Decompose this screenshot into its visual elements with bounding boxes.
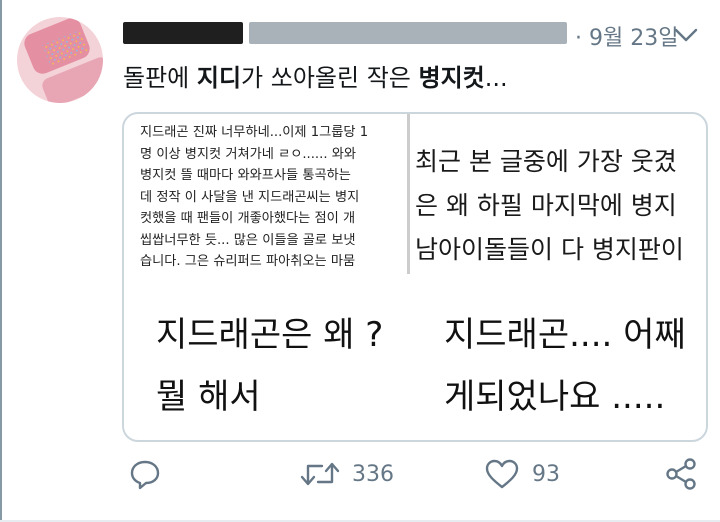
tweet-actions: 336 93 bbox=[0, 452, 720, 496]
panel-2-text: 최근 본 글중에 가장 웃겼 은 왜 하필 마지막에 병지 남아이돌들이 다 병… bbox=[415, 147, 684, 264]
like-button[interactable]: 93 bbox=[484, 452, 560, 496]
retweet-icon bbox=[300, 462, 340, 486]
panel-3-text: 지드래곤은 왜 ? 뭘 해서 bbox=[156, 315, 384, 417]
left-border bbox=[0, 0, 2, 522]
tweet-text-bold: 병지컷 bbox=[418, 64, 485, 92]
timestamp[interactable]: · 9월 23일 bbox=[575, 20, 678, 52]
avatar[interactable] bbox=[17, 17, 103, 103]
panel-1-text: 지드래곤 진짜 너무하네...이제 1그룹당 1 명 이상 병지컷 거쳐가네 ㄹ… bbox=[140, 125, 369, 269]
timestamp-text[interactable]: 9월 23일 bbox=[589, 26, 678, 51]
reply-button[interactable] bbox=[128, 452, 162, 496]
display-name-redacted[interactable] bbox=[123, 22, 243, 44]
like-count: 93 bbox=[532, 461, 560, 487]
panel-divider bbox=[407, 114, 410, 274]
tweet-text: 돌판에 지디가 쏘아올린 작은 병지컷... bbox=[123, 58, 508, 93]
share-icon bbox=[666, 458, 696, 490]
share-button[interactable] bbox=[664, 452, 698, 496]
media-panel-2[interactable]: 최근 본 글중에 가장 웃겼 은 왜 하필 마지막에 병지 남아이돌들이 다 병… bbox=[415, 114, 706, 274]
username-redacted[interactable] bbox=[249, 22, 567, 44]
retweet-button[interactable]: 336 bbox=[300, 452, 394, 496]
tweet-text-part: 가 쏘아올린 작은 bbox=[241, 64, 419, 92]
media-panel-1[interactable]: 지드래곤 진짜 너무하네...이제 1그룹당 1 명 이상 병지컷 거쳐가네 ㄹ… bbox=[124, 114, 412, 274]
tweet-text-part: 돌판에 bbox=[123, 64, 197, 92]
media-panel-4[interactable]: 지드래곤.... 어째 게되었나요 ..... bbox=[416, 304, 706, 438]
media-panel-3[interactable]: 지드래곤은 왜 ? 뭘 해서 bbox=[124, 304, 416, 438]
tweet-text-part: ... bbox=[484, 64, 508, 92]
panel-4-text: 지드래곤.... 어째 게되었나요 ..... bbox=[444, 315, 686, 417]
tweet-header: · 9월 23일 bbox=[123, 14, 683, 52]
tweet-text-bold: 지디 bbox=[196, 64, 242, 92]
retweet-count: 336 bbox=[352, 461, 394, 487]
chevron-down-icon[interactable] bbox=[672, 24, 700, 46]
reply-icon bbox=[130, 460, 160, 490]
media-attachment[interactable]: 지드래곤 진짜 너무하네...이제 1그룹당 1 명 이상 병지컷 거쳐가네 ㄹ… bbox=[122, 112, 708, 442]
heart-icon bbox=[485, 459, 519, 489]
